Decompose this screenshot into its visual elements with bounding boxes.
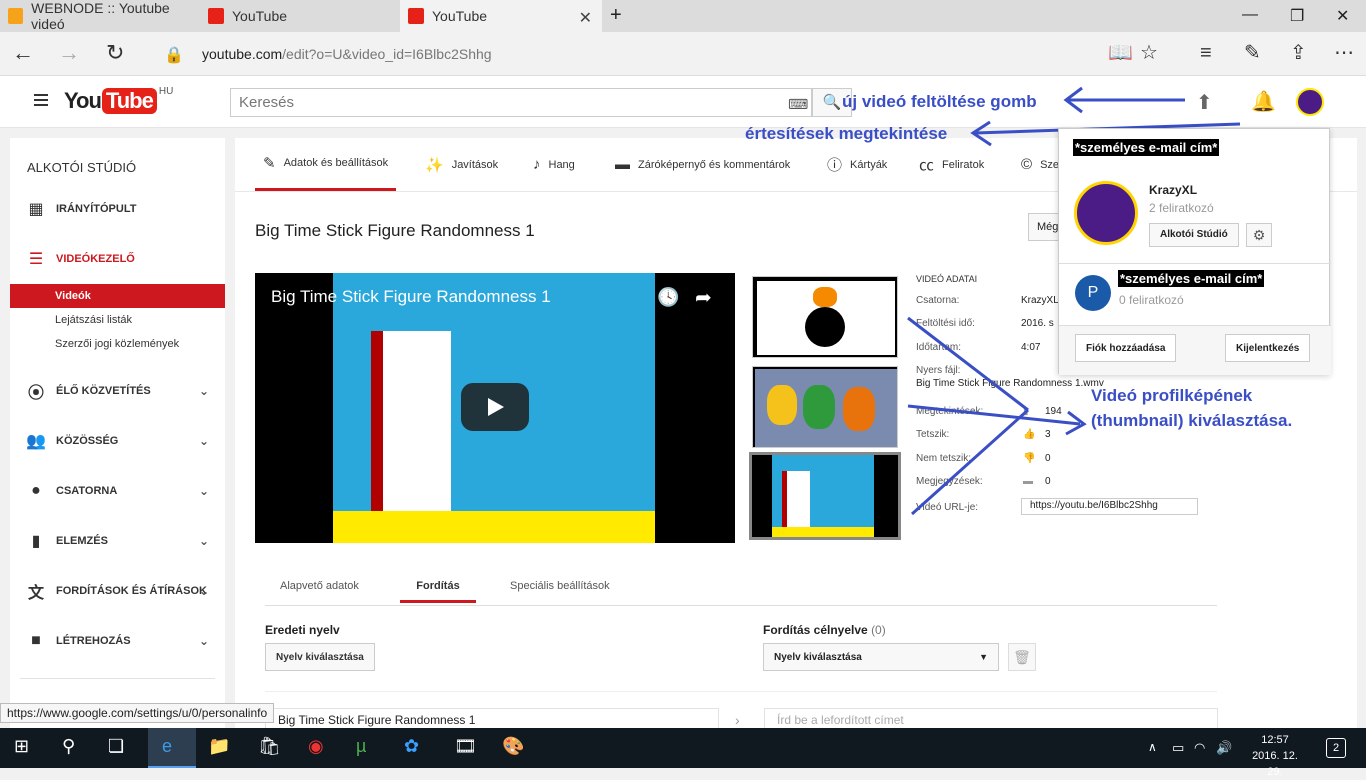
task-view-icon[interactable]: ❏: [108, 736, 124, 757]
subscriber-count-2: 0 feliratkozó: [1119, 293, 1184, 307]
gear-icon: ⚙: [1252, 227, 1266, 243]
arrow-thumb-3: [910, 408, 1030, 516]
second-account-avatar[interactable]: P: [1075, 275, 1111, 311]
avatar: [1074, 181, 1138, 245]
app-icon[interactable]: ✿: [404, 736, 419, 757]
logout-button[interactable]: Kijelentkezés: [1225, 334, 1311, 362]
clock-date: 2016. 12. 29.: [1252, 750, 1298, 778]
clock-time: 12:57: [1261, 734, 1289, 746]
account-dropdown: *személyes e-mail cím* KrazyXL 2 felirat…: [1058, 128, 1331, 375]
volume-icon[interactable]: 🔊: [1216, 740, 1232, 756]
subscriber-count: 2 feliratkozó: [1149, 201, 1214, 215]
settings-button[interactable]: ⚙: [1246, 223, 1272, 247]
add-account-button[interactable]: Fiók hozzáadása: [1075, 334, 1177, 362]
masked-email: *személyes e-mail cím*: [1073, 139, 1220, 156]
dropdown-footer: Fiók hozzáadása Kijelentkezés: [1059, 326, 1331, 375]
network-icon[interactable]: ▭: [1172, 740, 1184, 756]
system-clock[interactable]: 12:57 2016. 12. 29.: [1244, 732, 1306, 780]
creator-studio-button[interactable]: Alkotói Stúdió: [1149, 223, 1239, 247]
arrow-thumb-1: [907, 316, 1029, 412]
chevron-up-icon[interactable]: ∧: [1148, 740, 1157, 754]
store-icon[interactable]: 🛍: [258, 736, 281, 757]
search-icon[interactable]: ⚲: [62, 736, 75, 757]
movie-maker-icon[interactable]: 🎞: [454, 736, 477, 757]
paint-icon[interactable]: 🎨: [502, 736, 524, 757]
edge-icon: e: [162, 736, 173, 756]
notification-center-icon[interactable]: 2: [1326, 738, 1346, 758]
status-url: https://www.google.com/settings/u/0/pers…: [0, 703, 275, 723]
wifi-icon[interactable]: ◠: [1194, 740, 1205, 756]
windows-start-icon[interactable]: ⊞: [14, 736, 29, 757]
file-explorer-icon[interactable]: 📁: [208, 736, 230, 757]
taskbar-edge-active[interactable]: e: [148, 728, 196, 768]
masked-email-2[interactable]: *személyes e-mail cím*: [1118, 270, 1265, 287]
annotation-arrows: [907, 86, 1241, 516]
dropdown-divider: [1059, 263, 1331, 264]
arrow-thumb-2: [907, 404, 1081, 426]
account-name: KrazyXL: [1149, 183, 1198, 197]
app-icon[interactable]: ◉: [308, 736, 324, 757]
windows-taskbar: ⊞ ⚲ ❏ e 📁 🛍 ◉ µ ✿ 🎞 🎨 ∧ ▭ ◠ 🔊 12:57 2016…: [0, 728, 1366, 778]
utorrent-icon[interactable]: µ: [356, 736, 366, 757]
